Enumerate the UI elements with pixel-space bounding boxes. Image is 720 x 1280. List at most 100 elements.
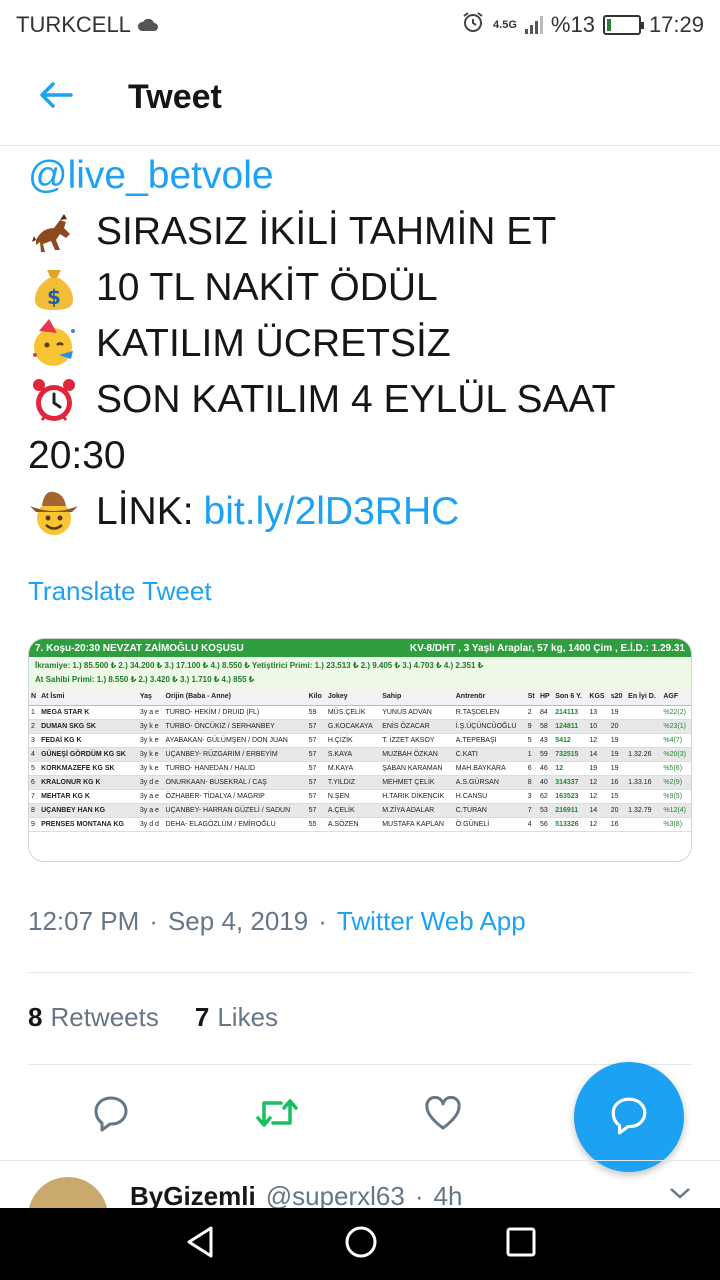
table-cell: 57 (306, 789, 326, 804)
compose-reply-fab[interactable] (574, 1062, 684, 1172)
back-button[interactable] (26, 68, 86, 128)
avatar[interactable] (28, 1177, 108, 1208)
cowboy-face-icon (28, 486, 80, 538)
mention-link[interactable]: @live_betvole (28, 148, 274, 204)
race-table: N At İsmi Yaş Orijin (Baba - Anne) Kilo Jokey… (29, 689, 691, 832)
tweet-line-text: 20:30 (28, 434, 126, 477)
table-cell: 9 (29, 817, 40, 832)
table-cell: 5412 (553, 733, 588, 748)
table-cell: 57 (306, 747, 326, 762)
table-cell: M.ZİYA ADALAR (380, 803, 454, 818)
race-header: 7. Koşu-20:30 NEVZAT ZAİMOĞLU KOŞUSU KV-… (29, 639, 691, 657)
table-cell: MUSTAFA KAPLAN (380, 817, 454, 832)
table-cell: 7 (29, 789, 40, 804)
race-column-header: HP (537, 689, 554, 706)
table-cell: 20 (608, 803, 627, 818)
table-cell: M.KAYA (325, 761, 381, 776)
table-cell (626, 733, 662, 748)
table-cell (626, 719, 662, 734)
retweets-stat[interactable]: 8 Retweets (28, 1002, 159, 1033)
tweet-text: @live_betvole SIRASIZ İKİLİ TAHMİN ET $ … (28, 148, 698, 540)
money-bag-icon: $ (28, 262, 80, 314)
likes-count: 7 (194, 1002, 210, 1032)
cloud-icon (137, 12, 159, 38)
link-prefix: LİNK: (96, 490, 194, 533)
table-cell: 5 (29, 761, 40, 776)
tweet-stats: 8 Retweets 7 Likes (28, 1002, 278, 1033)
retweet-icon (255, 1094, 299, 1137)
table-cell: 12 (587, 817, 609, 832)
table-cell: 163523 (553, 789, 588, 804)
retweets-label: Retweets (50, 1002, 159, 1032)
table-cell: 3y k e (137, 747, 164, 762)
table-cell: MÜS.ÇELİK (325, 705, 381, 720)
table-cell: 53 (537, 803, 554, 818)
table-cell: 59 (537, 747, 554, 762)
table-cell: 5 (525, 733, 538, 748)
tweet-line-text: SIRASIZ İKİLİ TAHMİN ET (96, 210, 557, 253)
table-cell: %3(8) (661, 817, 691, 832)
table-row: 5 KORKMAZEFE KG SK 3y k e TURBO- HANEDAN / … (29, 761, 691, 776)
table-cell: R.TAŞDELEN (453, 705, 526, 720)
chevron-down-icon[interactable] (668, 1185, 692, 1206)
translate-tweet-link[interactable]: Translate Tweet (28, 576, 212, 607)
table-cell: 8 (29, 803, 40, 818)
page-title: Tweet (128, 78, 222, 116)
tweet-source-link[interactable]: Twitter Web App (337, 906, 526, 937)
divider (28, 972, 692, 973)
reply-tweet[interactable]: ByGizemli @superxl63 · 4h (0, 1160, 720, 1208)
table-row: 4 GÜNEŞİ GÖRDÜM KG SK 3y k e UÇANBEY- RÜZGA… (29, 747, 691, 762)
like-button[interactable] (418, 1090, 468, 1140)
table-cell: Ö.GÜNELİ (453, 817, 526, 832)
table-cell: 214113 (553, 705, 588, 720)
race-title: 7. Koşu-20:30 NEVZAT ZAİMOĞLU KOŞUSU (35, 642, 244, 654)
race-column-header: Orijin (Baba - Anne) (163, 689, 307, 706)
separator-dot: · (149, 906, 158, 936)
tweet-date: Sep 4, 2019 (167, 906, 309, 936)
table-cell: 57 (306, 733, 326, 748)
table-cell: 3y d e (137, 775, 164, 790)
nav-recents-icon[interactable] (505, 1226, 537, 1263)
retweet-button[interactable] (252, 1090, 302, 1140)
reply-button[interactable] (86, 1090, 136, 1140)
race-info: KV-8/DHT , 3 Yaşlı Araplar, 57 kg, 1400 … (409, 642, 685, 654)
table-cell: 1 (525, 747, 538, 762)
tweet-line: $ 10 TL NAKİT ÖDÜL (28, 260, 698, 316)
table-cell: İ.Ş.ÜÇÜNCÜOĞLU (453, 719, 526, 734)
nav-back-icon[interactable] (183, 1224, 217, 1265)
table-cell: UÇANBEY HAN KG (39, 803, 138, 818)
separator-dot: · (414, 1181, 424, 1208)
table-cell: %4(7) (661, 733, 691, 748)
signal-icon (524, 16, 543, 34)
likes-stat[interactable]: 7 Likes (195, 1002, 278, 1033)
system-nav-bar (0, 1208, 720, 1280)
table-cell: GÜNEŞİ GÖRDÜM KG SK (39, 747, 138, 762)
tweet-time: 12:07 PM (28, 906, 140, 936)
tweet-line: SON KATILIM 4 EYLÜL SAAT (28, 372, 698, 428)
table-cell: 19 (608, 733, 627, 748)
table-cell: 58 (537, 719, 554, 734)
table-cell (626, 817, 662, 832)
table-cell: %5(6) (661, 761, 691, 776)
tweet-image[interactable]: 7. Koşu-20:30 NEVZAT ZAİMOĞLU KOŞUSU KV-… (28, 638, 692, 862)
table-cell: %9(5) (661, 789, 691, 804)
table-cell: YUNUS ADVAN (380, 705, 454, 720)
tweet-timestamp: 12:07 PM · Sep 4, 2019 · Twitter Web App (28, 906, 526, 937)
tweet-link[interactable]: bit.ly/2lD3RHC (204, 484, 460, 540)
table-cell: 14 (587, 747, 609, 762)
tweet-line: KATILIM ÜCRETSİZ (28, 316, 698, 372)
table-cell: 19 (608, 705, 627, 720)
table-cell: DEHA- ELAGÖZLÜM / EMİROĞLU (163, 817, 307, 832)
table-cell: FEDAİ KG K (39, 733, 138, 748)
table-cell: 20 (608, 719, 627, 734)
table-cell: 84 (537, 705, 554, 720)
table-cell: 19 (587, 761, 609, 776)
nav-home-icon[interactable] (343, 1224, 379, 1265)
table-cell (626, 789, 662, 804)
table-cell: H.CANSU (453, 789, 526, 804)
table-cell: 513326 (553, 817, 588, 832)
table-cell: 57 (306, 719, 326, 734)
race-column-header: s20 (608, 689, 627, 706)
table-cell: 55 (306, 817, 326, 832)
race-column-header: Jokey (325, 689, 381, 706)
